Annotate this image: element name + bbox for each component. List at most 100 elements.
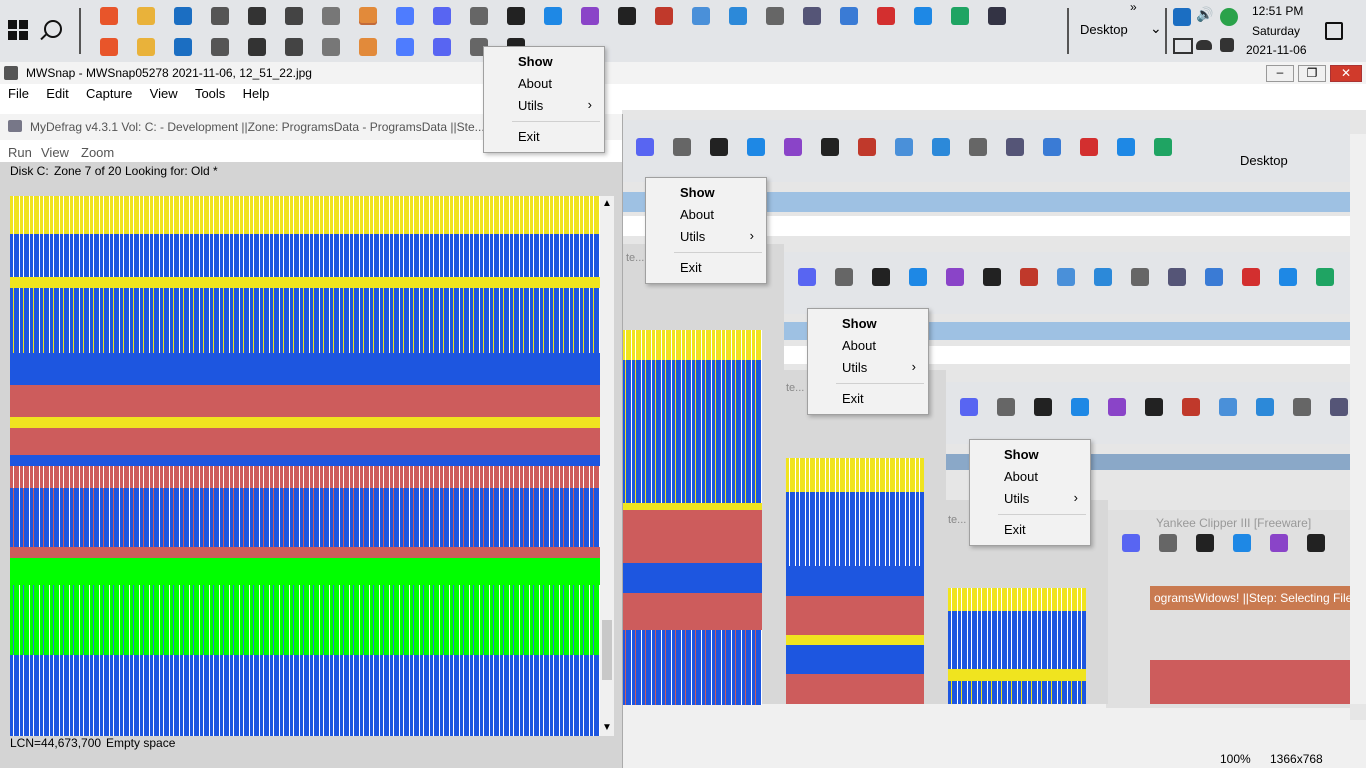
file-explorer-icon[interactable] — [137, 7, 155, 25]
nested-taskbar-icon — [1080, 138, 1098, 156]
printer-icon[interactable] — [248, 7, 266, 25]
cmd-icon[interactable] — [507, 7, 525, 25]
more-chevron-icon[interactable]: » — [1130, 0, 1137, 14]
nested-desktop-label: Desktop — [1240, 153, 1288, 168]
close-button[interactable]: ✕ — [1330, 65, 1362, 82]
volume-icon[interactable]: 🔊 — [1196, 6, 1213, 23]
windows-start-icon[interactable] — [8, 20, 28, 40]
mydefrag-title: MyDefrag v4.3.1 Vol: C: - Development ||… — [30, 120, 485, 134]
office-icon[interactable] — [211, 38, 229, 56]
search-icon[interactable] — [44, 20, 62, 38]
map-scrollbar[interactable]: ▲ ▼ — [600, 196, 614, 736]
spreadsheet-icon[interactable] — [433, 38, 451, 56]
grid-app-icon[interactable] — [729, 7, 747, 25]
excel-icon[interactable] — [285, 38, 303, 56]
menu-item-utils[interactable]: Utils — [484, 95, 604, 117]
nested-taskbar-icon — [1307, 534, 1325, 552]
network-icon[interactable] — [1173, 38, 1193, 54]
chevron-down-icon[interactable]: ⌄ — [1150, 20, 1162, 37]
sync-icon[interactable] — [1220, 8, 1238, 26]
tree-icon[interactable] — [137, 38, 155, 56]
vertical-scrollbar[interactable] — [1350, 134, 1366, 704]
menu-item-exit[interactable]: Exit — [484, 126, 604, 148]
disk-map[interactable] — [10, 196, 600, 736]
menu-view[interactable]: View — [41, 145, 69, 160]
scrollbar-thumb[interactable] — [602, 620, 612, 680]
powershell-icon[interactable] — [692, 7, 710, 25]
scanner-icon[interactable] — [285, 7, 303, 25]
acrobat-icon[interactable] — [248, 38, 266, 56]
menu-run[interactable]: Run — [8, 145, 32, 160]
clock-date[interactable]: 2021-11-06 — [1246, 43, 1307, 57]
menu-tools[interactable]: Tools — [195, 86, 225, 101]
nested-taskbar-icon — [1154, 138, 1172, 156]
todo-icon[interactable] — [914, 7, 932, 25]
map-band — [948, 611, 1086, 670]
menu-file[interactable]: File — [8, 86, 29, 101]
nested-taskbar-icon — [1196, 534, 1214, 552]
word-icon[interactable] — [359, 38, 377, 56]
notification-icon[interactable] — [1325, 22, 1343, 40]
gimp-icon[interactable] — [322, 7, 340, 25]
remote-desktop-icon[interactable] — [988, 7, 1006, 25]
cmd-icon[interactable] — [618, 7, 636, 25]
document-icon[interactable] — [396, 38, 414, 56]
map-band — [948, 669, 1086, 681]
menu-item-show[interactable]: Show — [484, 51, 604, 73]
map-band — [10, 487, 600, 547]
map-band — [622, 502, 762, 510]
map-band — [10, 466, 600, 488]
discord-icon[interactable] — [433, 7, 451, 25]
menu-zoom[interactable]: Zoom — [81, 145, 114, 160]
onenote-icon[interactable] — [100, 38, 118, 56]
notepad-icon[interactable] — [322, 38, 340, 56]
camera-icon[interactable] — [1220, 38, 1234, 52]
gear-icon[interactable] — [766, 7, 784, 25]
chrome-icon[interactable] — [174, 38, 192, 56]
clock-time[interactable]: 12:51 PM — [1252, 4, 1303, 18]
map-band — [10, 287, 600, 353]
firefox-icon[interactable] — [100, 7, 118, 25]
onedrive-icon[interactable] — [1196, 40, 1212, 50]
mwsnap-statusbar: 100% 1366x768 — [622, 720, 1366, 768]
photo-icon[interactable] — [840, 7, 858, 25]
desktop-toolbar-label[interactable]: Desktop — [1080, 22, 1128, 37]
outlook-icon[interactable] — [174, 7, 192, 25]
scroll-up-icon[interactable]: ▲ — [602, 198, 612, 209]
taskbar: Desktop ⌄ » 🔊 12:51 PM Saturday 2021-11-… — [0, 0, 1366, 63]
maximize-button[interactable]: ❐ — [1298, 65, 1326, 82]
nested-taskbar-icon — [1131, 268, 1149, 286]
map-band — [10, 277, 600, 288]
checkbox-app-icon[interactable] — [470, 7, 488, 25]
menu-view[interactable]: View — [150, 86, 178, 101]
nested-taskbar-icon — [932, 138, 950, 156]
outlook-tray-icon[interactable] — [1173, 8, 1191, 26]
clock-day[interactable]: Saturday — [1252, 24, 1300, 38]
mwsnap-titlebar: MWSnap - MWSnap05278 2021-11-06, 12_51_2… — [0, 62, 1366, 84]
pdf-icon[interactable] — [877, 7, 895, 25]
taskbar-divider — [1067, 8, 1069, 54]
tool-icon[interactable] — [211, 7, 229, 25]
nested-taskbar-icon — [636, 138, 654, 156]
map-band — [622, 330, 762, 360]
nested-map-1 — [622, 330, 762, 705]
menu-help[interactable]: Help — [243, 86, 270, 101]
map-band — [786, 635, 924, 645]
menu-item-about[interactable]: About — [484, 73, 604, 95]
menu-edit[interactable]: Edit — [46, 86, 68, 101]
word-app-icon[interactable] — [359, 7, 377, 25]
spotify-icon[interactable] — [951, 7, 969, 25]
nested-taskbar-icon — [997, 398, 1015, 416]
menu-item-show: Show — [1004, 447, 1039, 462]
nested-orange-bar: ogramsWidows! ||Step: Selecting Files. |… — [1150, 586, 1350, 610]
network-icon[interactable] — [803, 7, 821, 25]
minimize-button[interactable]: – — [1266, 65, 1294, 82]
messenger-icon[interactable] — [396, 7, 414, 25]
yankee-clipper-title: Yankee Clipper III [Freeware] — [1156, 516, 1312, 530]
menu-capture[interactable]: Capture — [86, 86, 132, 101]
vscode-icon[interactable] — [544, 7, 562, 25]
menu-item-utils: Utils — [970, 488, 1090, 510]
git-icon[interactable] — [655, 7, 673, 25]
scroll-down-icon[interactable]: ▼ — [602, 722, 612, 733]
visual-studio-icon[interactable] — [581, 7, 599, 25]
